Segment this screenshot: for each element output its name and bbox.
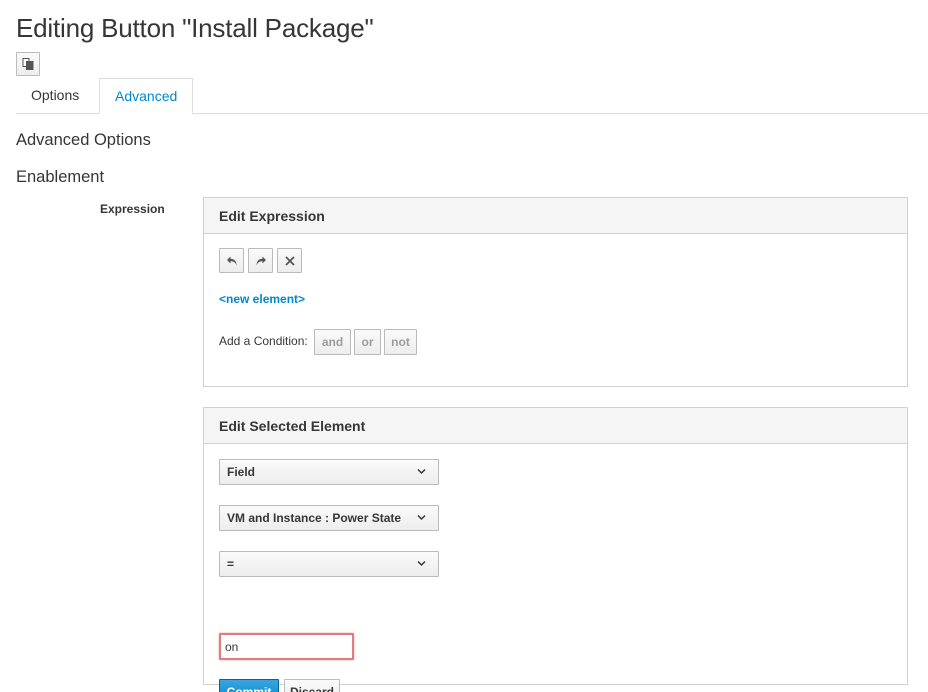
field-value: VM and Instance : Power State [227,511,402,525]
chevron-down-icon [417,560,426,567]
discard-button[interactable]: Discard [284,679,340,692]
add-condition-label: Add a Condition: [219,334,308,348]
edit-expression-title: Edit Expression [204,198,907,234]
new-element-link[interactable]: <new element> [219,292,305,306]
tab-bar: Options Advanced [16,78,928,114]
condition-not-button[interactable]: not [384,329,417,355]
page: Editing Button "Install Package" Options… [0,0,928,692]
remove-button[interactable] [277,248,302,273]
operator-value: = [227,557,235,571]
chevron-down-icon [417,514,426,521]
expression-label: Expression [100,202,165,216]
remove-icon [284,255,295,266]
condition-and-button[interactable]: and [314,329,351,355]
redo-button[interactable] [248,248,273,273]
undo-button[interactable] [219,248,244,273]
field-select[interactable]: VM and Instance : Power State [219,505,439,531]
operator-select[interactable]: = [219,551,439,577]
commit-button[interactable]: Commit [219,679,279,692]
element-type-select[interactable]: Field [219,459,439,485]
chevron-down-icon [417,468,426,475]
page-title: Editing Button "Install Package" [16,13,374,43]
element-type-value: Field [227,465,256,479]
copy-icon [22,58,34,70]
enablement-heading: Enablement [16,168,105,186]
advanced-options-heading: Advanced Options [16,131,151,149]
copy-button[interactable] [16,52,40,76]
redo-icon [256,256,266,265]
value-input[interactable] [219,633,354,660]
tab-options[interactable]: Options [16,78,94,113]
undo-icon [226,256,236,265]
tab-advanced[interactable]: Advanced [99,78,194,114]
edit-expression-panel: Edit Expression <new element> Add a Cond… [203,197,908,387]
condition-or-button[interactable]: or [354,329,381,355]
edit-selected-element-panel: Edit Selected Element Field VM and Insta… [203,407,908,692]
edit-selected-element-title: Edit Selected Element [204,408,907,444]
